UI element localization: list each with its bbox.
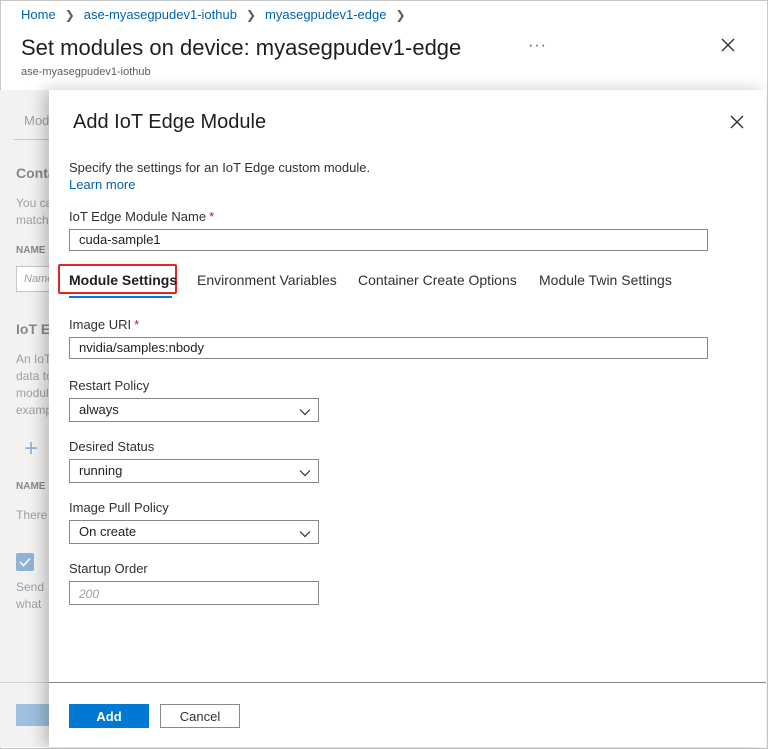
- chevron-down-icon: [299, 405, 311, 419]
- tab-module-twin-settings[interactable]: Module Twin Settings: [539, 272, 672, 288]
- tab-divider: [14, 139, 50, 140]
- active-tab-indicator: [69, 296, 172, 298]
- registry-description-cont: matching URL.: [16, 213, 50, 227]
- image-pull-policy-label: Image Pull Policy: [69, 500, 169, 515]
- image-uri-label-text: Image URI: [69, 317, 132, 332]
- add-module-icon[interactable]: +: [24, 435, 38, 463]
- tab-container-create-options[interactable]: Container Create Options: [358, 272, 517, 288]
- modules-description-2: data to IoT Edge runtime. Modules can be…: [16, 369, 50, 383]
- startup-order-input[interactable]: 200: [69, 581, 319, 605]
- background-blade: Modules Container Registry Credentials Y…: [0, 90, 50, 747]
- footer-divider: [0, 682, 50, 683]
- footer-divider: [49, 682, 766, 683]
- panel-description: Specify the settings for an IoT Edge cus…: [69, 160, 371, 175]
- required-mark: *: [209, 209, 215, 224]
- registry-section-title: Container Registry Credentials: [16, 165, 50, 181]
- chevron-right-icon: ❯: [64, 7, 75, 22]
- module-name-label-text: IoT Edge Module Name: [69, 209, 207, 224]
- module-name-label: IoT Edge Module Name *: [69, 209, 214, 224]
- restart-policy-value: always: [79, 402, 119, 417]
- registry-description: You can specify credentials to container…: [16, 196, 50, 210]
- panel-title: Add IoT Edge Module: [73, 111, 267, 133]
- breadcrumb-home[interactable]: Home: [21, 7, 56, 22]
- chevron-down-icon: [299, 466, 311, 480]
- tab-modules[interactable]: Modules: [24, 113, 50, 128]
- send-text: Send: [16, 580, 45, 594]
- checkbox-checked-icon[interactable]: [16, 553, 34, 571]
- desired-status-value: running: [79, 463, 123, 478]
- registry-name-placeholder: Name: [24, 273, 50, 285]
- image-uri-label: Image URI *: [69, 317, 139, 332]
- modules-name-header: NAME: [16, 481, 46, 492]
- required-mark: *: [134, 317, 140, 332]
- modules-empty-text: There are no modules: [16, 508, 50, 522]
- breadcrumb-device[interactable]: myasegpudev1-edge: [265, 7, 386, 22]
- review-create-button[interactable]: [16, 704, 50, 726]
- chevron-down-icon: [299, 527, 311, 541]
- learn-more-link[interactable]: Learn more: [69, 177, 135, 192]
- tab-environment-variables[interactable]: Environment Variables: [197, 272, 337, 288]
- add-button[interactable]: Add: [69, 704, 149, 728]
- modules-description: An IoT Edge module is a Docker container…: [16, 352, 50, 366]
- modules-section-title: IoT Edge Modules: [16, 321, 50, 337]
- module-name-input[interactable]: cuda-sample1: [69, 229, 708, 251]
- more-options-icon[interactable]: ···: [528, 37, 547, 55]
- restart-policy-select[interactable]: always: [69, 398, 319, 422]
- desired-status-label: Desired Status: [69, 439, 155, 454]
- tab-module-settings[interactable]: Module Settings: [69, 272, 177, 288]
- add-module-panel: Add IoT Edge Module Specify the settings…: [49, 90, 766, 747]
- chevron-right-icon: ❯: [395, 7, 406, 22]
- breadcrumb: Home ❯ ase-myasegpudev1-iothub ❯ myasegp…: [21, 7, 415, 22]
- close-icon[interactable]: [721, 38, 735, 57]
- chevron-right-icon: ❯: [245, 7, 257, 22]
- send-text-cont: what: [16, 597, 42, 611]
- close-icon[interactable]: [730, 115, 744, 134]
- cancel-button[interactable]: Cancel: [160, 704, 240, 728]
- startup-order-label: Startup Order: [69, 561, 148, 576]
- name-column-header: NAME: [16, 245, 46, 256]
- restart-policy-label: Restart Policy: [69, 378, 150, 393]
- page-subtitle: ase-myasegpudev1-iothub: [21, 66, 151, 78]
- page-title: Set modules on device: myasegpudev1-edge: [21, 35, 462, 60]
- modules-description-3: module specific: [16, 386, 50, 400]
- desired-status-select[interactable]: running: [69, 459, 319, 483]
- modules-description-4: example: [16, 403, 50, 417]
- breadcrumb-iothub[interactable]: ase-myasegpudev1-iothub: [84, 7, 237, 22]
- image-uri-input[interactable]: nvidia/samples:nbody: [69, 337, 708, 359]
- image-pull-policy-select[interactable]: On create: [69, 520, 319, 544]
- image-pull-policy-value: On create: [79, 524, 137, 539]
